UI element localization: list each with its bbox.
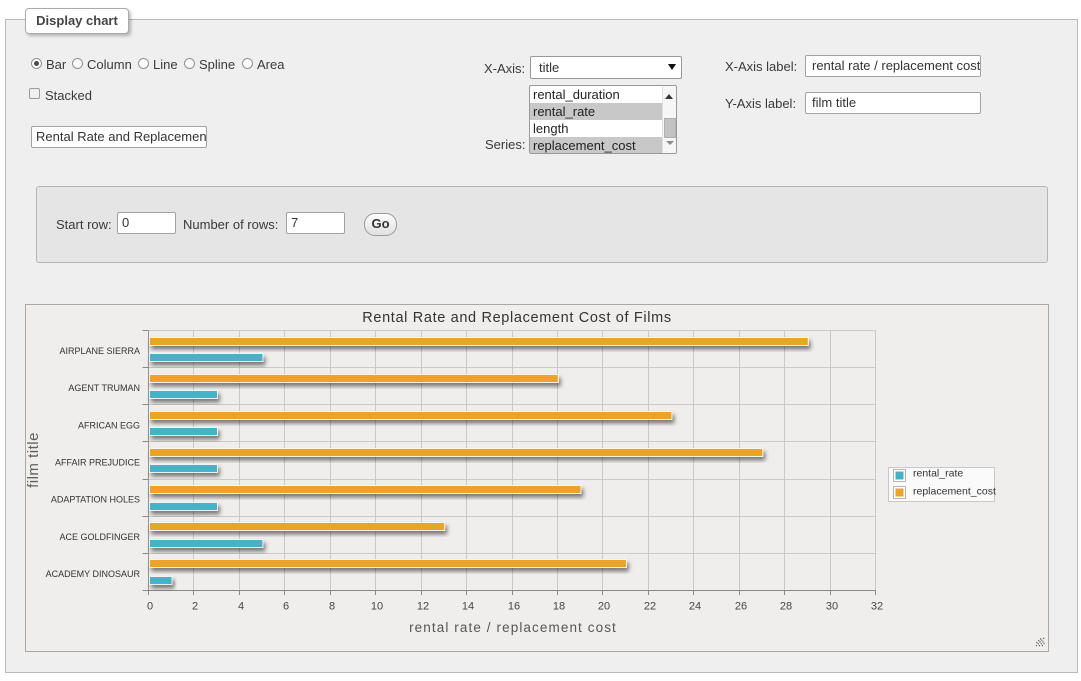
svg-text:ACE GOLDFINGER: ACE GOLDFINGER bbox=[59, 532, 140, 542]
svg-text:6: 6 bbox=[283, 601, 289, 613]
svg-text:12: 12 bbox=[417, 601, 429, 613]
svg-text:AFRICAN EGG: AFRICAN EGG bbox=[78, 420, 140, 430]
svg-text:film title: film title bbox=[25, 432, 42, 488]
svg-text:16: 16 bbox=[508, 601, 520, 613]
svg-text:0: 0 bbox=[147, 601, 153, 613]
svg-text:ACADEMY DINOSAUR: ACADEMY DINOSAUR bbox=[46, 569, 141, 579]
svg-text:10: 10 bbox=[371, 601, 383, 613]
svg-text:30: 30 bbox=[826, 601, 838, 613]
svg-text:28: 28 bbox=[780, 601, 792, 613]
svg-text:replacement_cost: replacement_cost bbox=[913, 486, 996, 498]
svg-text:22: 22 bbox=[644, 601, 656, 613]
svg-text:8: 8 bbox=[329, 601, 335, 613]
svg-text:32: 32 bbox=[871, 601, 883, 613]
svg-text:26: 26 bbox=[735, 601, 747, 613]
svg-text:AFFAIR PREJUDICE: AFFAIR PREJUDICE bbox=[55, 458, 140, 468]
svg-text:2: 2 bbox=[192, 601, 198, 613]
svg-text:ADAPTATION HOLES: ADAPTATION HOLES bbox=[51, 495, 140, 505]
svg-text:4: 4 bbox=[238, 601, 244, 613]
svg-text:rental rate / replacement cost: rental rate / replacement cost bbox=[409, 620, 617, 635]
svg-text:14: 14 bbox=[462, 601, 474, 613]
svg-text:24: 24 bbox=[689, 601, 701, 613]
svg-text:rental_rate: rental_rate bbox=[913, 468, 963, 480]
svg-text:18: 18 bbox=[553, 601, 565, 613]
svg-text:AIRPLANE SIERRA: AIRPLANE SIERRA bbox=[59, 346, 140, 356]
svg-text:AGENT TRUMAN: AGENT TRUMAN bbox=[68, 383, 140, 393]
svg-text:20: 20 bbox=[598, 601, 610, 613]
svg-text:Rental Rate and Replacement Co: Rental Rate and Replacement Cost of Film… bbox=[362, 310, 672, 326]
